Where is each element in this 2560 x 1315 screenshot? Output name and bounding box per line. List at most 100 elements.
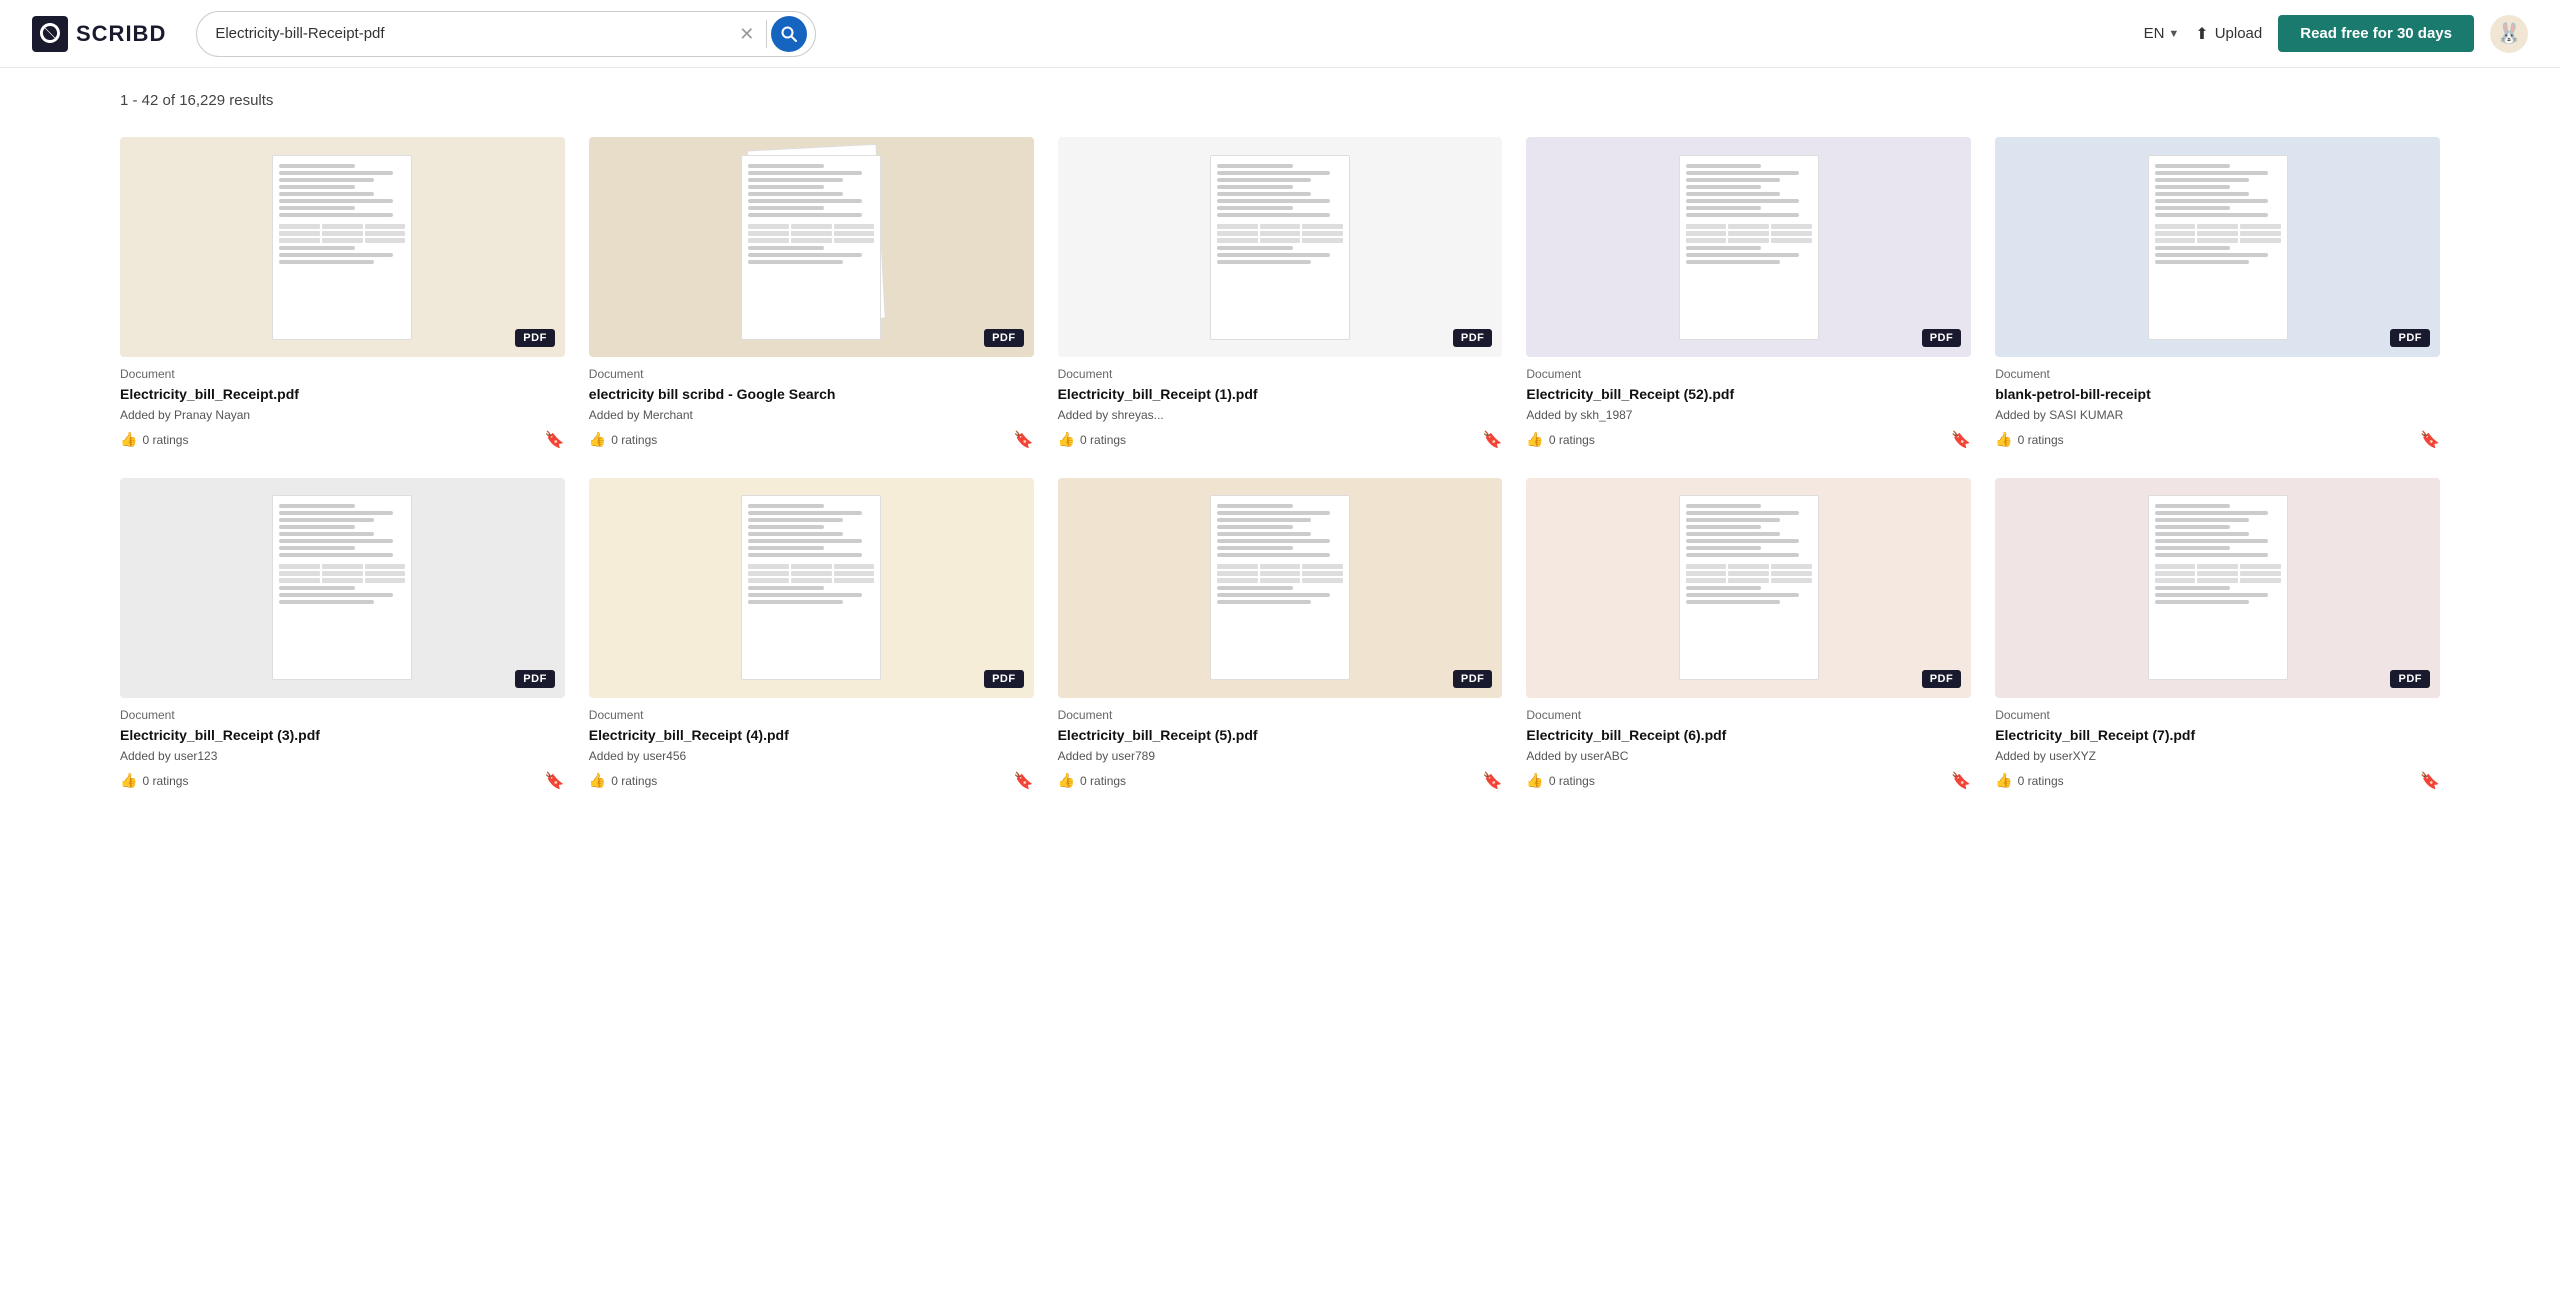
bookmark-icon[interactable]: 🔖	[1482, 430, 1502, 450]
doc-cell	[834, 578, 875, 583]
card-author: Added by shreyas...	[1058, 408, 1503, 422]
pdf-badge: PDF	[1922, 670, 1962, 688]
result-card[interactable]: PDF Document blank-petrol-bill-receipt A…	[1995, 137, 2440, 450]
doc-line	[1217, 171, 1330, 175]
doc-cell	[1302, 571, 1343, 576]
doc-cell	[365, 578, 406, 583]
thumbs-up-icon[interactable]: 👍	[120, 431, 137, 448]
doc-page	[1679, 155, 1819, 340]
bookmark-icon[interactable]: 🔖	[2420, 771, 2440, 791]
doc-line	[748, 546, 824, 550]
avatar[interactable]: 🐰	[2490, 15, 2528, 53]
doc-cell	[2240, 578, 2281, 583]
doc-cell	[1686, 231, 1727, 236]
doc-line	[1217, 192, 1312, 196]
logo[interactable]: SCRIBD	[32, 16, 166, 52]
results-grid: PDF Document Electricity_bill_Receipt.pd…	[120, 137, 2440, 791]
search-button[interactable]	[771, 16, 807, 52]
card-thumbnail: PDF	[1058, 478, 1503, 698]
result-card[interactable]: PDF Document Electricity_bill_Receipt (3…	[120, 478, 565, 791]
doc-line	[1217, 185, 1293, 189]
doc-cell	[748, 238, 789, 243]
card-author: Added by userABC	[1526, 749, 1971, 763]
card-footer: 👍 0 ratings 🔖	[1058, 771, 1503, 791]
card-type: Document	[120, 708, 565, 722]
doc-cell	[322, 224, 363, 229]
card-type: Document	[1995, 708, 2440, 722]
doc-page	[1679, 495, 1819, 680]
card-author: Added by user789	[1058, 749, 1503, 763]
doc-line	[1686, 525, 1762, 529]
bookmark-icon[interactable]: 🔖	[1482, 771, 1502, 791]
doc-line	[748, 553, 861, 557]
result-card[interactable]: PDF Document Electricity_bill_Receipt (4…	[589, 478, 1034, 791]
read-free-button[interactable]: Read free for 30 days	[2278, 15, 2474, 52]
upload-button[interactable]: ⬆ Upload	[2195, 24, 2262, 44]
doc-line	[2155, 185, 2231, 189]
card-type: Document	[1058, 708, 1503, 722]
doc-line	[279, 504, 355, 508]
thumbs-up-icon[interactable]: 👍	[1058, 431, 1075, 448]
thumbs-up-icon[interactable]: 👍	[1058, 772, 1075, 789]
result-card[interactable]: PDF Document Electricity_bill_Receipt.pd…	[120, 137, 565, 450]
doc-cell	[2197, 564, 2238, 569]
result-card[interactable]: PDF Document electricity bill scribd - G…	[589, 137, 1034, 450]
search-input[interactable]	[215, 25, 731, 42]
bookmark-icon[interactable]: 🔖	[545, 430, 565, 450]
doc-line	[279, 532, 374, 536]
result-card[interactable]: PDF Document Electricity_bill_Receipt (5…	[1526, 137, 1971, 450]
doc-line	[2155, 164, 2231, 168]
thumbs-up-icon[interactable]: 👍	[120, 772, 137, 789]
bookmark-icon[interactable]: 🔖	[1951, 430, 1971, 450]
doc-line	[2155, 260, 2250, 264]
doc-line	[1686, 206, 1762, 210]
result-card[interactable]: PDF Document Electricity_bill_Receipt (5…	[1058, 478, 1503, 791]
doc-line	[1217, 178, 1312, 182]
doc-line	[1217, 164, 1293, 168]
doc-line	[1686, 253, 1799, 257]
doc-line	[748, 260, 843, 264]
doc-line	[2155, 525, 2231, 529]
thumbs-up-icon[interactable]: 👍	[1526, 772, 1543, 789]
doc-line	[748, 253, 861, 257]
thumbs-up-icon[interactable]: 👍	[589, 431, 606, 448]
pdf-badge: PDF	[515, 329, 555, 347]
card-meta: Document Electricity_bill_Receipt (4).pd…	[589, 698, 1034, 791]
doc-cell	[1260, 564, 1301, 569]
bookmark-icon[interactable]: 🔖	[1014, 771, 1034, 791]
doc-cell	[748, 571, 789, 576]
card-thumbnail: PDF	[1058, 137, 1503, 357]
doc-cell	[2197, 578, 2238, 583]
bookmark-icon[interactable]: 🔖	[2420, 430, 2440, 450]
card-thumbnail: PDF	[120, 478, 565, 698]
language-selector[interactable]: EN ▼	[2144, 25, 2180, 42]
doc-line	[279, 539, 392, 543]
doc-line	[279, 206, 355, 210]
doc-cell	[2197, 224, 2238, 229]
doc-cell	[365, 238, 406, 243]
result-card[interactable]: PDF Document Electricity_bill_Receipt (1…	[1058, 137, 1503, 450]
doc-cell	[1217, 224, 1258, 229]
result-card[interactable]: PDF Document Electricity_bill_Receipt (6…	[1526, 478, 1971, 791]
card-meta: Document Electricity_bill_Receipt (1).pd…	[1058, 357, 1503, 450]
thumbs-up-icon[interactable]: 👍	[1995, 431, 2012, 448]
thumbs-up-icon[interactable]: 👍	[589, 772, 606, 789]
clear-icon[interactable]: ✕	[731, 25, 762, 43]
doc-line	[1217, 518, 1312, 522]
card-type: Document	[589, 367, 1034, 381]
thumbs-up-icon[interactable]: 👍	[1995, 772, 2012, 789]
ratings-count: 0 ratings	[142, 774, 188, 788]
doc-cell	[1217, 238, 1258, 243]
bookmark-icon[interactable]: 🔖	[1014, 430, 1034, 450]
card-meta: Document Electricity_bill_Receipt (5).pd…	[1058, 698, 1503, 791]
result-card[interactable]: PDF Document Electricity_bill_Receipt (7…	[1995, 478, 2440, 791]
bookmark-icon[interactable]: 🔖	[1951, 771, 1971, 791]
doc-line	[1686, 600, 1781, 604]
bookmark-icon[interactable]: 🔖	[545, 771, 565, 791]
thumbs-up-icon[interactable]: 👍	[1526, 431, 1543, 448]
doc-cell	[1217, 578, 1258, 583]
doc-cell	[279, 578, 320, 583]
ratings: 👍 0 ratings	[1995, 772, 2063, 789]
ratings-count: 0 ratings	[142, 433, 188, 447]
card-author: Added by user456	[589, 749, 1034, 763]
